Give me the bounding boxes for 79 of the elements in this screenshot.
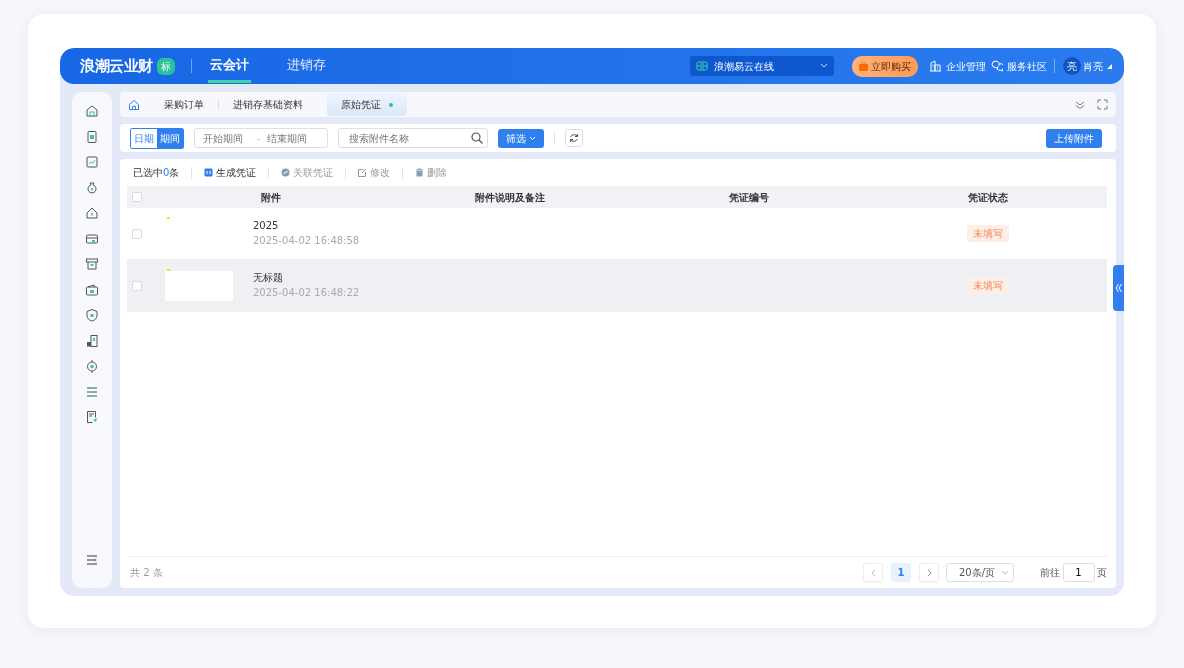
house-icon[interactable] xyxy=(85,206,99,220)
bag-icon xyxy=(858,61,868,71)
user-avatar[interactable]: 亮 xyxy=(1062,57,1081,75)
organization-select[interactable]: 浪潮易云在线 xyxy=(689,56,834,76)
page-tab[interactable]: 进销存基础资料 xyxy=(219,93,317,116)
building-icon[interactable] xyxy=(85,333,99,348)
column-header: 附件说明及备注 xyxy=(474,191,545,203)
search-box[interactable]: 搜索附件名称 xyxy=(338,128,488,148)
document-icon[interactable] xyxy=(85,129,99,144)
chat-bubbles-icon xyxy=(990,60,1003,72)
column-header: 凭证编号 xyxy=(728,191,769,203)
trash-icon xyxy=(415,168,425,177)
user-menu[interactable]: 肖亮 xyxy=(1083,58,1112,74)
page-tab[interactable]: 采购订单 xyxy=(150,93,218,116)
shield-icon[interactable] xyxy=(85,308,99,322)
card-icon[interactable] xyxy=(85,231,99,246)
total-count: 共 2 条 xyxy=(130,566,163,580)
brand-name: 浪潮云业财 xyxy=(80,55,153,77)
receipt-icon[interactable] xyxy=(85,410,99,424)
menu-icon[interactable] xyxy=(86,554,98,566)
page-tab[interactable]: 原始凭证 xyxy=(327,93,407,116)
search-input[interactable]: 搜索附件名称 xyxy=(349,130,471,146)
upload-time: 2025-04-02 16:48:58 xyxy=(253,234,360,248)
sliders-icon[interactable] xyxy=(85,384,99,399)
box-icon[interactable] xyxy=(85,257,99,271)
start-period-field[interactable]: 开始期间 xyxy=(203,130,251,146)
home-icon[interactable] xyxy=(128,98,140,111)
end-period-field[interactable]: 结束期间 xyxy=(266,130,315,146)
attachment-name: 2025 xyxy=(253,219,280,233)
goto-label: 前往 xyxy=(1040,566,1060,580)
chevron-down-icon xyxy=(819,63,828,69)
select-all-checkbox[interactable] xyxy=(132,192,142,202)
table-row[interactable]: 无标题 2025-04-02 16:48:22 未填写 xyxy=(127,260,1107,312)
edition-badge: 标 xyxy=(156,57,175,75)
status-tag: 未填写 xyxy=(966,277,1009,294)
chart-icon[interactable] xyxy=(85,155,99,169)
link-icon xyxy=(281,168,291,177)
voucher-icon xyxy=(204,168,214,177)
home-icon[interactable] xyxy=(85,104,99,118)
page-suffix: 页 xyxy=(1097,566,1107,580)
nav-tab[interactable]: 进销存 xyxy=(284,48,328,84)
upload-button[interactable]: 上传附件 xyxy=(1046,128,1102,148)
attachment-thumbnail[interactable] xyxy=(165,270,233,301)
page-size-select[interactable]: 20条/页 xyxy=(946,563,1014,582)
row-checkbox[interactable] xyxy=(132,280,142,291)
mode-toggle[interactable]: 期间 xyxy=(157,128,183,148)
refresh-icon xyxy=(569,133,579,143)
buy-button[interactable]: 立即购买 xyxy=(851,55,918,77)
action-button[interactable]: 生成凭证 xyxy=(192,165,269,180)
chevron-left-icon xyxy=(870,568,876,577)
caret-icon xyxy=(1107,63,1112,69)
attachment-name: 无标题 xyxy=(253,271,284,285)
edit-icon xyxy=(358,168,368,177)
page-number[interactable]: 1 xyxy=(891,563,911,582)
row-checkbox[interactable] xyxy=(132,228,142,239)
column-header: 附件 xyxy=(260,191,281,203)
double-chevron-left-icon xyxy=(1115,283,1122,293)
selection-count: 已选中0条 xyxy=(133,166,180,180)
upload-time: 2025-04-02 16:48:22 xyxy=(253,286,360,300)
refresh-button[interactable] xyxy=(565,129,583,147)
collapse-tab[interactable] xyxy=(1113,265,1124,311)
filter-button[interactable]: 筛选 xyxy=(498,128,544,148)
range-separator: - xyxy=(257,131,261,146)
column-header: 凭证状态 xyxy=(967,191,1008,203)
building-icon xyxy=(929,60,942,72)
page-input[interactable]: 1 xyxy=(1062,563,1095,582)
chevron-right-icon xyxy=(926,568,932,577)
status-tag: 未填写 xyxy=(966,225,1009,242)
header-link[interactable]: 企业管理 xyxy=(929,58,986,74)
chevron-down-icon xyxy=(529,135,536,141)
header-link[interactable]: 服务社区 xyxy=(990,58,1047,74)
double-chevron-down-icon[interactable] xyxy=(1075,99,1085,110)
chevron-down-icon xyxy=(1001,570,1009,575)
mode-toggle[interactable]: 日期 xyxy=(131,128,157,148)
money-bag-icon[interactable] xyxy=(85,180,99,195)
nav-tab[interactable]: 云会计 xyxy=(207,48,251,84)
search-icon[interactable] xyxy=(471,132,483,144)
fullscreen-icon[interactable] xyxy=(1097,99,1108,110)
wallet-icon[interactable] xyxy=(85,282,99,297)
